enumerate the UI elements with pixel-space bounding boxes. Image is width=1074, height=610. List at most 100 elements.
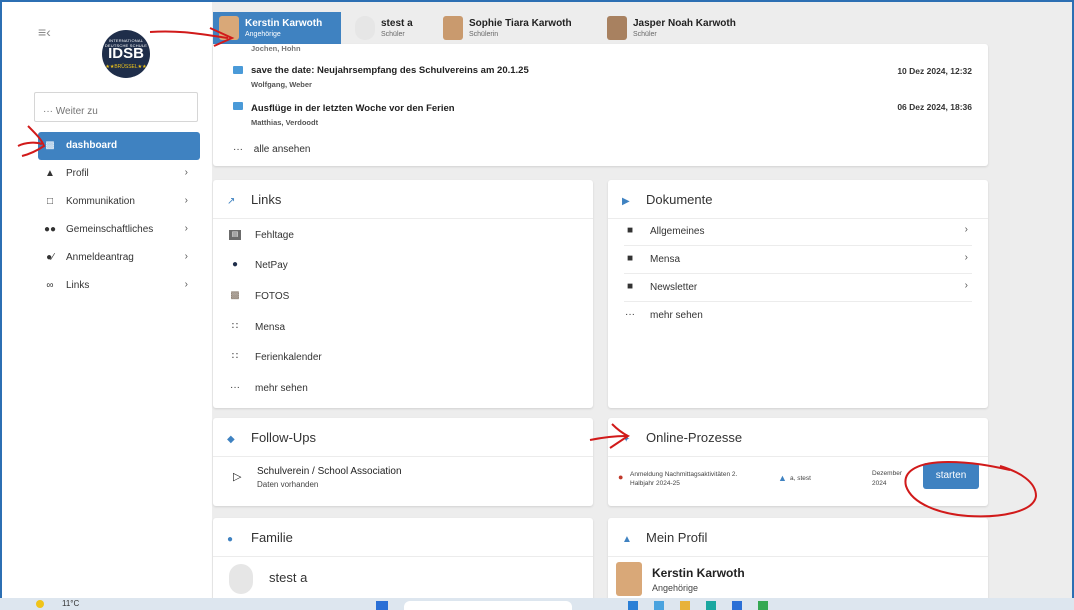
- followups-card: ◆ Follow-Ups ▷ Schulverein / School Assoc…: [213, 418, 593, 506]
- link-item-fotos[interactable]: ▩ FOTOS: [229, 283, 577, 311]
- divider: [608, 456, 988, 457]
- envelope-icon: [233, 102, 243, 110]
- app-icon[interactable]: [732, 601, 742, 610]
- folder-open-icon: ▶: [622, 196, 630, 207]
- more-label: mehr sehen: [255, 383, 308, 394]
- family-card: ● Familie stest a: [213, 518, 593, 598]
- group-icon: ●●: [44, 224, 57, 235]
- sidebar-item-gemeinschaftliches[interactable]: ●● Gemeinschaftliches ›: [38, 216, 200, 244]
- view-all-link[interactable]: ··· alle ansehen: [233, 144, 311, 155]
- followup-status: Daten vorhanden: [257, 480, 319, 489]
- message-title[interactable]: Ausflüge in der letzten Woche vor den Fe…: [251, 103, 455, 114]
- profile-role: Angehörige: [652, 583, 699, 593]
- card-title: Dokumente: [646, 192, 713, 207]
- sidebar-item-label: dashboard: [66, 140, 118, 151]
- avatar-placeholder-icon: [229, 564, 253, 594]
- weather-icon: [36, 600, 44, 608]
- process-date-month: Dezember: [872, 470, 902, 477]
- process-name: Anmeldung Nachmittagsaktivitäten 2. Halb…: [630, 471, 738, 487]
- external-link-icon: ↗: [227, 196, 236, 207]
- sidebar-item-label: Gemeinschaftliches: [66, 224, 154, 235]
- message-date: 10 Dez 2024, 12:32: [897, 66, 972, 76]
- chat-icon: □: [46, 196, 54, 207]
- role-tabs: Kerstin Karwoth Angehörige stest a Schül…: [213, 12, 759, 44]
- link-icon: ∞: [46, 280, 54, 291]
- tab-role: Angehörige: [245, 31, 281, 38]
- folder-icon[interactable]: [680, 601, 690, 610]
- more-dots-icon: ···: [230, 382, 240, 393]
- link-item-mensa[interactable]: ∷ Mensa: [229, 314, 577, 342]
- document-folder-allgemeines[interactable]: ■ Allgemeines ›: [624, 218, 972, 246]
- more-dots-icon: ···: [625, 309, 635, 320]
- calendar-icon: ▤: [229, 230, 241, 240]
- more-label: mehr sehen: [650, 310, 703, 321]
- process-date-year: 2024: [872, 480, 887, 487]
- message-author: Matthias, Verdoodt: [251, 118, 319, 127]
- folder-label: Mensa: [650, 254, 681, 265]
- link-label: FOTOS: [255, 291, 290, 302]
- folder-label: Allgemeines: [650, 226, 705, 237]
- card-header: ✦ Online-Prozesse: [622, 430, 742, 445]
- link-item-netpay[interactable]: ● NetPay: [229, 252, 577, 280]
- document-folder-newsletter[interactable]: ■ Newsletter ›: [624, 274, 972, 302]
- message-date: 06 Dez 2024, 18:36: [897, 102, 972, 112]
- browser-icon[interactable]: [706, 601, 716, 610]
- link-label: Fehltage: [255, 230, 294, 241]
- document-folder-mensa[interactable]: ■ Mensa ›: [624, 246, 972, 274]
- app-icon[interactable]: [628, 601, 638, 610]
- link-item-fehltage[interactable]: ▤ Fehltage: [229, 222, 577, 250]
- tab-stest-a[interactable]: stest a Schüler: [349, 12, 433, 44]
- links-card: ↗ Links ▤ Fehltage ● NetPay ▩ FOTOS ∷ Mensa ∷…: [213, 180, 593, 408]
- card-title: Follow-Ups: [251, 430, 317, 445]
- sidebar-item-dashboard[interactable]: ▩ dashboard: [38, 132, 200, 160]
- grid-icon: ∷: [231, 321, 239, 332]
- sidebar-item-label: Links: [66, 280, 90, 291]
- link-item-ferienkalender[interactable]: ∷ Ferienkalender: [229, 344, 577, 372]
- tab-sophie-tiara-karwoth[interactable]: Sophie Tiara Karwoth Schülerin: [437, 12, 597, 44]
- sidebar-item-label: Kommunikation: [66, 196, 135, 207]
- divider: [213, 556, 593, 557]
- sidebar-item-kommunikation[interactable]: □ Kommunikation ›: [38, 188, 200, 216]
- tab-role: Schüler: [633, 31, 657, 38]
- process-person: a, stest: [790, 475, 811, 482]
- card-header: ↗ Links: [227, 192, 281, 207]
- menu-collapse-icon[interactable]: ≡‹: [38, 24, 51, 40]
- app-icon[interactable]: [654, 601, 664, 610]
- sidebar-item-links[interactable]: ∞ Links ›: [38, 272, 200, 300]
- search-input[interactable]: [34, 92, 198, 122]
- message-title[interactable]: save the date: Neujahrsempfang des Schul…: [251, 65, 529, 76]
- family-member-name[interactable]: stest a: [269, 570, 307, 585]
- avatar-placeholder-icon: [355, 16, 375, 40]
- message-author: Wolfgang, Weber: [251, 80, 312, 89]
- tab-jasper-noah-karwoth[interactable]: Jasper Noah Karwoth Schüler: [601, 12, 751, 44]
- sidebar-item-anmeldeantrag[interactable]: ●∕ Anmeldeantrag ›: [38, 244, 200, 272]
- divider: [213, 456, 593, 457]
- app-icon[interactable]: [758, 601, 768, 610]
- tab-name: Kerstin Karwoth: [245, 18, 323, 29]
- logo-text: IDSB: [108, 45, 144, 62]
- school-logo[interactable]: INTERNATIONAL DEUTSCHE SCHULE IDSB ★★BRÜ…: [102, 30, 150, 78]
- chevron-right-icon: ›: [184, 279, 188, 290]
- card-header: ● Familie: [227, 530, 293, 545]
- envelope-icon: [233, 66, 243, 74]
- card-title: Familie: [251, 530, 293, 545]
- documents-more[interactable]: ··· mehr sehen: [624, 302, 972, 330]
- links-more[interactable]: ··· mehr sehen: [229, 375, 577, 403]
- tab-kerstin-karwoth[interactable]: Kerstin Karwoth Angehörige: [213, 12, 341, 44]
- windows-start-icon[interactable]: [376, 601, 388, 610]
- sidebar-item-profil[interactable]: ▲ Profil ›: [38, 160, 200, 188]
- profile-name[interactable]: Kerstin Karwoth: [652, 566, 745, 580]
- taskbar-search-box[interactable]: [404, 601, 572, 610]
- sidebar: ≡‹ INTERNATIONAL DEUTSCHE SCHULE IDSB ★★…: [2, 2, 212, 598]
- register-icon: ●∕: [46, 252, 54, 263]
- tab-role: Schülerin: [469, 31, 499, 38]
- start-button[interactable]: starten: [923, 463, 979, 489]
- link-label: Ferienkalender: [255, 352, 322, 363]
- followup-title[interactable]: Schulverein / School Association: [257, 466, 402, 477]
- avatar: [219, 16, 239, 40]
- card-header: ▲ Mein Profil: [622, 530, 707, 545]
- person-icon: ▲: [45, 168, 55, 179]
- windows-taskbar: 11°C: [0, 598, 1074, 610]
- chevron-right-icon: ›: [964, 224, 968, 235]
- profile-card: ▲ Mein Profil Kerstin Karwoth Angehörige: [608, 518, 988, 598]
